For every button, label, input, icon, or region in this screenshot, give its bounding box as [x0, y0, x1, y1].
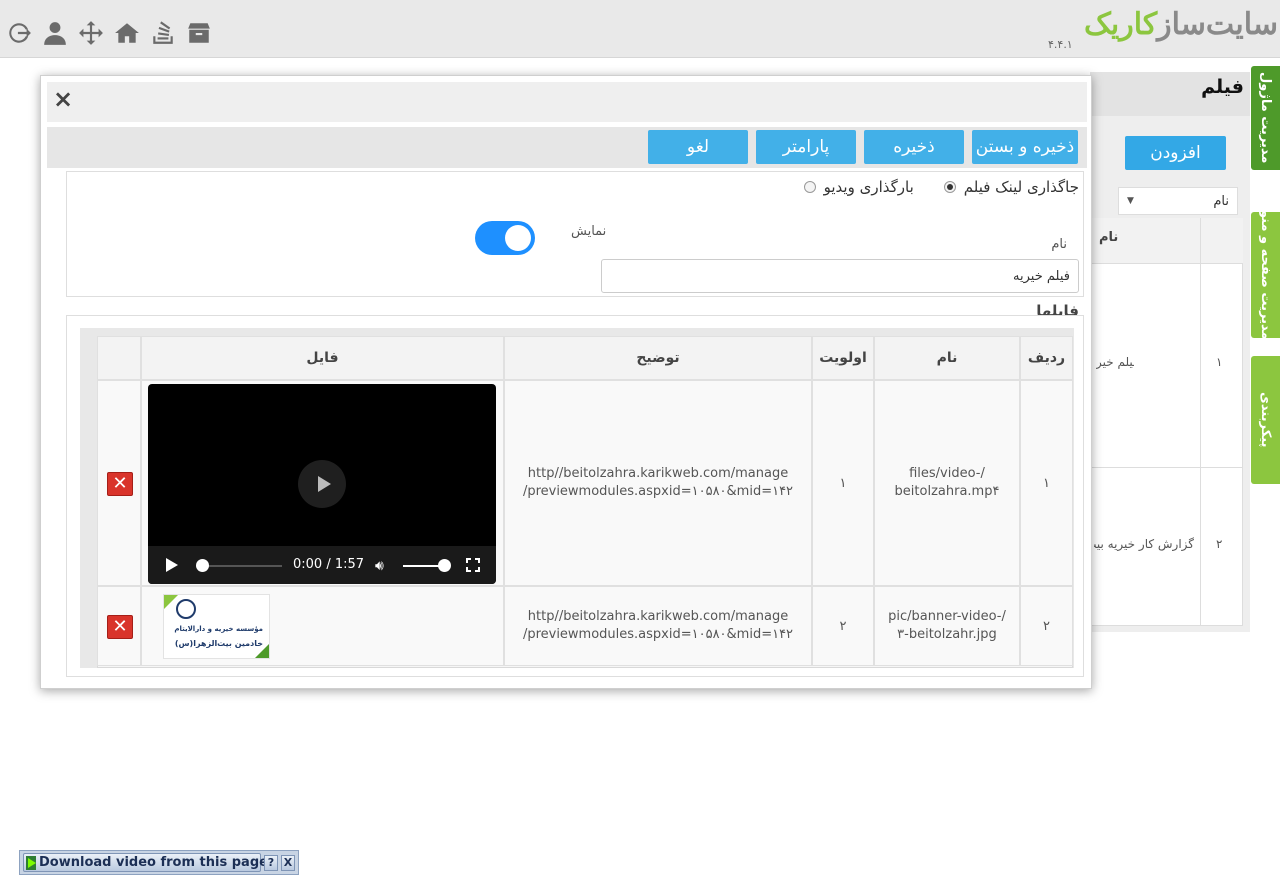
source-radio-group: جاگذاری لینک فیلم بارگذاری ویدیو [803, 178, 1079, 196]
logo-green-text: کاریک [1084, 6, 1158, 42]
fullscreen-icon[interactable] [465, 557, 481, 573]
cell-priority: ۲ [812, 586, 874, 666]
header-priority: اولویت [812, 336, 874, 380]
banner-thumbnail[interactable]: مؤسسه خیریه و دارالایتام خادمین بیت‌الزه… [163, 594, 270, 659]
download-video-label: Download video from this page [39, 855, 268, 870]
save-button[interactable]: ذخیره [864, 130, 964, 164]
background-row-name[interactable]: فیلم خیر [1096, 355, 1134, 369]
cell-description: http//beitolzahra.karikweb.com/manage /p… [504, 380, 812, 586]
background-column-name: نام [1099, 230, 1119, 245]
delete-row-button[interactable]: ✕ [107, 615, 133, 639]
video-player[interactable]: 0:00 / 1:57 🔊︎ [148, 384, 496, 584]
background-row-divider [1090, 467, 1243, 468]
delete-row-button[interactable]: ✕ [107, 472, 133, 496]
header-actions [97, 336, 141, 380]
background-row-index: ۲ [1216, 537, 1223, 551]
top-bar: ۴.۴.۱ سایت‌ساز کاریک [0, 0, 1280, 58]
cancel-button[interactable]: لغو [648, 130, 748, 164]
toolbar-icons [4, 18, 214, 48]
volume-handle[interactable] [438, 559, 451, 572]
version-label: ۴.۴.۱ [1048, 38, 1073, 51]
side-tab-configuration[interactable]: پیکربندی [1251, 356, 1280, 484]
header-file: فایل [141, 336, 504, 380]
logout-icon[interactable] [4, 18, 34, 48]
radio-link-label: جاگذاری لینک فیلم [963, 178, 1079, 196]
video-controls: 0:00 / 1:57 🔊︎ [148, 546, 496, 584]
radio-upload-video[interactable] [803, 181, 816, 193]
video-time: 0:00 / 1:57 [293, 557, 365, 572]
modal-button-bar: ذخیره و بستن ذخیره پارامتر لغو [47, 127, 1087, 168]
background-table [1090, 218, 1243, 626]
modal-header: × [47, 82, 1087, 122]
header-description: توضیح [504, 336, 812, 380]
cell-row-number: ۲ [1020, 586, 1073, 666]
side-tab-label: مدیریت ماژول [1258, 72, 1273, 164]
parameter-button[interactable]: پارامتر [756, 130, 856, 164]
download-video-bar: Download video from this page ? X [19, 850, 299, 875]
background-row-name[interactable]: گزارش کار خیریه بیت ا [1094, 537, 1194, 551]
add-button[interactable]: افزودن [1125, 136, 1226, 170]
save-and-close-button[interactable]: ذخیره و بستن [972, 130, 1078, 164]
filter-select-value: نام [1213, 193, 1229, 209]
play-button-icon[interactable] [166, 558, 178, 572]
seek-handle[interactable] [196, 559, 209, 572]
page-title: فیلم [1201, 76, 1244, 98]
home-icon[interactable] [112, 18, 142, 48]
description-text: http//beitolzahra.karikweb.com/manage /p… [522, 609, 794, 642]
side-tab-page-menu-management[interactable]: مدیریت صفحه و منو [1251, 210, 1280, 340]
logo-gray-text: سایت‌ساز [1157, 6, 1279, 42]
karik-logo[interactable]: سایت‌ساز کاریک [1084, 4, 1279, 44]
chevron-down-icon: ▼ [1127, 196, 1134, 206]
header-name: نام [874, 336, 1020, 380]
radio-upload-label: بارگذاری ویدیو [823, 178, 914, 196]
download-video-button[interactable]: Download video from this page [23, 853, 268, 872]
file-name-text: files/video-/ beitolzahra.mp۴ [894, 466, 1000, 499]
background-row-index: ۱ [1216, 355, 1223, 369]
file-name-text: pic/banner-video-/ ۳-beitolzahr.jpg [888, 609, 1006, 642]
download-play-icon [26, 855, 36, 870]
name-input[interactable]: فیلم خیریه [601, 259, 1079, 293]
close-bar-button[interactable]: X [281, 854, 295, 871]
show-toggle-label: نمایش [571, 224, 607, 239]
cell-file-name: files/video-/ beitolzahra.mp۴ [874, 380, 1020, 586]
filter-select[interactable]: ▼ نام [1118, 187, 1238, 215]
cell-priority: ۱ [812, 380, 874, 586]
film-form: جاگذاری لینک فیلم بارگذاری ویدیو نمایش ن… [66, 171, 1084, 297]
banner-line2: خادمین بیت‌الزهرا(س) [174, 639, 263, 648]
name-field-label: نام [1051, 237, 1067, 252]
banner-line1: مؤسسه خیریه و دارالایتام [174, 625, 263, 633]
show-toggle[interactable] [475, 221, 535, 255]
radio-link-film[interactable] [943, 181, 956, 193]
header-row-number: ردیف [1020, 336, 1073, 380]
cell-row-number: ۱ [1020, 380, 1073, 586]
stack-icon[interactable] [148, 18, 178, 48]
user-icon[interactable] [40, 18, 70, 48]
help-button[interactable]: ? [264, 854, 278, 871]
move-icon[interactable] [76, 18, 106, 48]
seek-bar[interactable] [198, 565, 282, 567]
play-icon[interactable] [298, 460, 346, 508]
cell-description: http//beitolzahra.karikweb.com/manage /p… [504, 586, 812, 666]
volume-icon[interactable]: 🔊︎ [375, 558, 384, 574]
close-icon[interactable]: × [52, 87, 74, 111]
side-tab-label: پیکربندی [1258, 392, 1273, 448]
archive-icon[interactable] [184, 18, 214, 48]
description-text: http//beitolzahra.karikweb.com/manage /p… [522, 466, 794, 499]
cell-file-name: pic/banner-video-/ ۳-beitolzahr.jpg [874, 586, 1020, 666]
side-tab-module-management[interactable]: مدیریت ماژول [1251, 66, 1280, 170]
charity-logo-icon [176, 599, 196, 619]
side-tab-label: مدیریت صفحه و منو [1258, 210, 1273, 340]
background-column-divider [1200, 218, 1201, 626]
